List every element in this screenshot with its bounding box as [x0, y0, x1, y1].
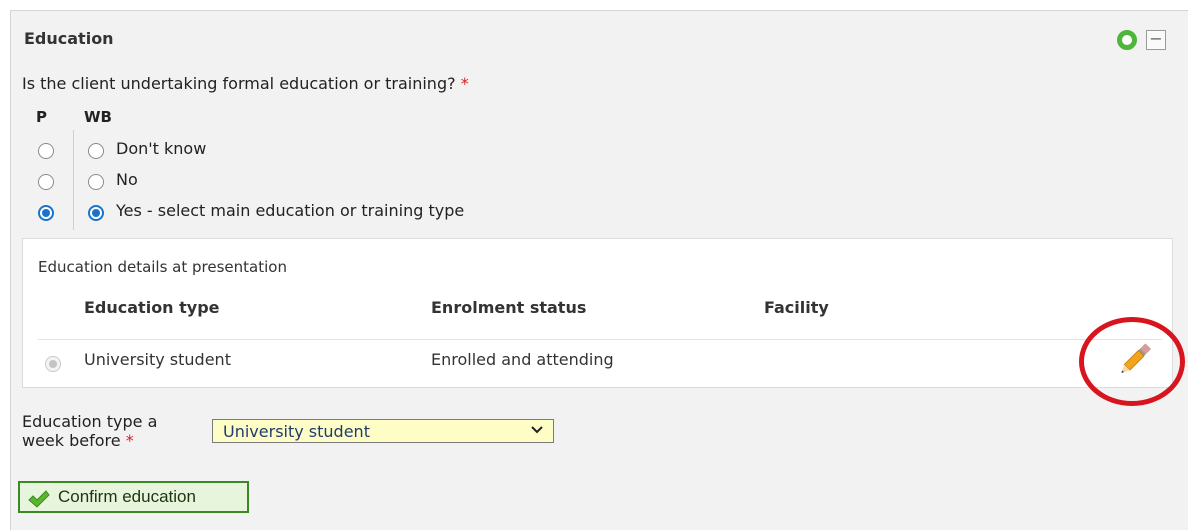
status-circle-icon — [1117, 30, 1137, 50]
header-enrolment-status: Enrolment status — [431, 298, 587, 317]
cell-education-type: University student — [84, 350, 231, 369]
column-header-p: P — [36, 108, 47, 126]
collapse-button[interactable]: − — [1146, 30, 1166, 50]
week-before-required-marker: * — [125, 431, 134, 450]
column-header-wb: WB — [84, 108, 112, 126]
week-before-label-text: week before — [22, 431, 121, 450]
section-title: Education — [24, 29, 114, 48]
radio-wb-yes[interactable] — [88, 205, 104, 221]
option-label-dont-know: Don't know — [116, 139, 207, 158]
header-education-type: Education type — [84, 298, 220, 317]
radio-p-no[interactable] — [38, 174, 54, 190]
select-value: University student — [223, 422, 370, 441]
education-type-week-before-select[interactable]: University student — [212, 419, 554, 443]
cell-enrolment-status: Enrolled and attending — [431, 350, 614, 369]
week-before-label-line2: week before * — [22, 431, 134, 450]
question-label: Is the client undertaking formal educati… — [22, 74, 456, 93]
details-title: Education details at presentation — [38, 258, 287, 276]
row-divider — [38, 339, 1162, 340]
radio-p-yes[interactable] — [38, 205, 54, 221]
header-facility: Facility — [764, 298, 829, 317]
radio-wb-dont-know[interactable] — [88, 143, 104, 159]
row-select-radio — [45, 356, 61, 372]
question-text: Is the client undertaking formal educati… — [22, 74, 469, 93]
confirm-education-button[interactable]: Confirm education — [18, 481, 249, 513]
confirm-label: Confirm education — [58, 487, 196, 506]
column-divider — [73, 130, 74, 230]
required-marker: * — [460, 74, 469, 93]
chevron-down-icon — [531, 426, 543, 434]
highlight-circle — [1079, 317, 1185, 406]
check-icon — [28, 490, 50, 508]
radio-p-dont-know[interactable] — [38, 143, 54, 159]
option-label-no: No — [116, 170, 138, 189]
radio-wb-no[interactable] — [88, 174, 104, 190]
week-before-label-line1: Education type a — [22, 412, 158, 431]
option-label-yes: Yes - select main education or training … — [116, 201, 465, 220]
